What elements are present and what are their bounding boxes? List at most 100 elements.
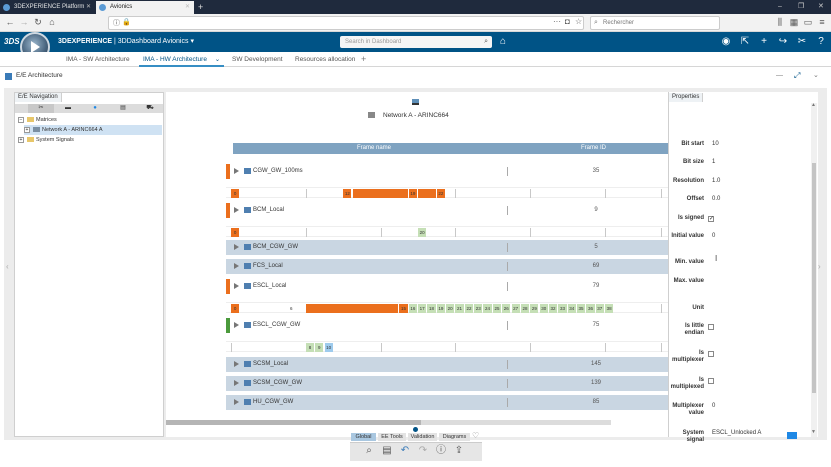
frame-row[interactable]: SCSM_CGW_GW 139 xyxy=(226,376,668,391)
help-icon[interactable]: ? xyxy=(814,34,828,50)
bit-cell[interactable]: 33 xyxy=(558,304,567,313)
search-icon[interactable]: ⌕ xyxy=(484,36,488,48)
globe-tool-icon[interactable]: ● xyxy=(82,104,108,113)
bit-cell[interactable]: 23 xyxy=(474,304,483,313)
tab-ee-tools[interactable]: EE Tools xyxy=(378,433,406,441)
bookmark-star-icon[interactable]: ☆ xyxy=(575,17,582,26)
close-tab-icon[interactable]: ✕ xyxy=(86,1,91,14)
collapse-right-icon[interactable]: › xyxy=(818,262,821,271)
chevron-down-icon[interactable]: ▾ xyxy=(190,38,194,45)
property-value[interactable]: 1.0 xyxy=(712,178,720,185)
property-value[interactable]: 0 xyxy=(712,403,715,410)
bit-cell[interactable] xyxy=(352,189,408,198)
bit-cell[interactable]: 20 xyxy=(418,228,427,237)
column-header-frame-name[interactable]: Frame name xyxy=(357,143,391,154)
bit-cell[interactable]: 0 xyxy=(231,304,240,313)
reload-icon[interactable]: ↻ xyxy=(32,16,44,29)
expand-arrow-icon[interactable] xyxy=(234,322,239,328)
collapse-icon[interactable]: − xyxy=(18,116,24,123)
property-checkbox[interactable] xyxy=(708,351,714,357)
folder-tool-icon[interactable]: ▤ xyxy=(110,104,136,113)
library-icon[interactable]: ⫼ xyxy=(774,16,786,29)
bit-cell[interactable]: 35 xyxy=(576,304,586,313)
bit-cell[interactable] xyxy=(305,304,399,313)
expand-arrow-icon[interactable] xyxy=(234,244,239,250)
redo-icon[interactable]: ↷ xyxy=(416,444,430,458)
info-icon[interactable]: ⓘ xyxy=(434,444,448,458)
extensions-icon[interactable]: ▦ xyxy=(788,16,800,29)
close-tab-icon[interactable]: ✕ xyxy=(185,1,190,14)
bit-cell[interactable]: 36 xyxy=(586,304,595,313)
close-window-button[interactable]: ✕ xyxy=(818,1,824,13)
expand-arrow-icon[interactable] xyxy=(234,361,239,367)
undo-icon[interactable]: ↶ xyxy=(398,444,412,458)
bit-cell[interactable]: 29 xyxy=(530,304,539,313)
expand-arrow-icon[interactable] xyxy=(234,380,239,386)
bit-cell[interactable]: 32 xyxy=(548,304,558,313)
vertical-scrollbar[interactable]: ▲ ▼ xyxy=(811,102,817,437)
bit-cell[interactable]: 20 xyxy=(446,304,455,313)
bit-cell[interactable]: 9 xyxy=(315,343,324,352)
address-bar[interactable]: ⓘ 🔒 ··· ◘ ☆ xyxy=(108,16,584,30)
horizontal-scrollbar[interactable] xyxy=(166,420,611,425)
property-checkbox[interactable] xyxy=(708,324,714,330)
favorite-icon[interactable]: ♡ xyxy=(472,431,479,440)
scissors-tool-icon[interactable]: ✂ xyxy=(28,104,54,113)
frame-row[interactable]: FCS_Local 69 xyxy=(226,259,668,274)
expand-arrow-icon[interactable] xyxy=(234,283,239,289)
bit-cell[interactable]: 22 xyxy=(436,189,445,198)
bit-cell[interactable]: 15 xyxy=(399,304,408,313)
tab-validation[interactable]: Validation xyxy=(408,433,437,441)
tab-ima-sw-architecture[interactable]: IMA - SW Architecture xyxy=(66,52,130,67)
frame-row[interactable]: BCM_Local 9 xyxy=(226,203,668,218)
expand-icon[interactable]: + xyxy=(18,136,24,143)
scroll-up-icon[interactable]: ▲ xyxy=(811,102,816,108)
property-value[interactable]: ESCL_Unlocked A xyxy=(712,430,761,437)
bit-cell[interactable]: 38 xyxy=(605,304,614,313)
scroll-down-icon[interactable]: ▼ xyxy=(811,429,816,435)
bit-cell[interactable]: 16 xyxy=(408,304,417,313)
pager-dot[interactable] xyxy=(413,427,418,432)
forward-icon[interactable]: → xyxy=(18,16,30,29)
frame-row[interactable]: HU_CGW_GW 85 xyxy=(226,395,668,410)
document-icon[interactable]: ▤ xyxy=(380,444,394,458)
column-header-frame-id[interactable]: Frame ID xyxy=(581,143,606,154)
tree-item-system-signals[interactable]: + System Signals xyxy=(18,135,74,145)
bit-cell[interactable]: 6 xyxy=(287,304,295,313)
bit-cell[interactable]: 24 xyxy=(483,304,492,313)
bit-cell[interactable]: 26 xyxy=(502,304,511,313)
bit-cell[interactable]: 27 xyxy=(511,304,520,313)
bit-cell[interactable]: 28 xyxy=(520,304,530,313)
expand-arrow-icon[interactable] xyxy=(234,263,239,269)
scrollbar-thumb[interactable] xyxy=(166,420,421,425)
bit-cell[interactable]: 18 xyxy=(427,304,436,313)
frame-row[interactable]: ESCL_CGW_GW 75 xyxy=(226,318,668,333)
bit-cell[interactable]: 19 xyxy=(436,304,445,313)
bit-cell[interactable]: 10 xyxy=(324,343,333,352)
frame-row[interactable]: ESCL_Local 79 xyxy=(226,279,668,294)
app-title[interactable]: 3DEXPERIENCE | 3DDashboard Avionics ▾ xyxy=(58,32,194,52)
collapse-left-icon[interactable]: ‹ xyxy=(6,262,9,271)
browser-tab-avionics[interactable]: Avionics ✕ xyxy=(96,1,194,14)
browser-search-input[interactable]: ⌕ Rechercher xyxy=(590,16,720,30)
new-tab-button[interactable]: + xyxy=(198,1,203,13)
expand-arrow-icon[interactable] xyxy=(234,168,239,174)
frame-row[interactable]: CGW_GW_100ms 35 xyxy=(226,164,668,179)
restore-button[interactable]: ❐ xyxy=(798,1,804,13)
page-actions-icon[interactable]: ··· xyxy=(553,17,561,26)
minimize-widget-icon[interactable]: — xyxy=(776,72,783,79)
property-value[interactable]: 0 xyxy=(712,233,715,240)
frame-row[interactable]: SCSM_Local 145 xyxy=(226,357,668,372)
chevron-down-icon[interactable]: ⌄ xyxy=(813,71,819,79)
pin-icon[interactable]: ⤢ xyxy=(794,71,800,81)
bit-cell[interactable]: 17 xyxy=(418,304,427,313)
minus-tool-icon[interactable]: ▬ xyxy=(55,104,81,113)
bit-cell[interactable]: 34 xyxy=(567,304,576,313)
tab-ima-hw-architecture[interactable]: IMA - HW Architecture ⌄ xyxy=(139,52,225,67)
user-icon[interactable]: ◉ xyxy=(719,34,733,50)
sidebar-icon[interactable]: ▭ xyxy=(802,16,814,29)
bit-cell[interactable] xyxy=(418,189,436,198)
add-icon[interactable]: + xyxy=(757,34,771,50)
tools-icon[interactable]: ✂ xyxy=(795,34,809,50)
bit-cell[interactable]: 25 xyxy=(492,304,502,313)
